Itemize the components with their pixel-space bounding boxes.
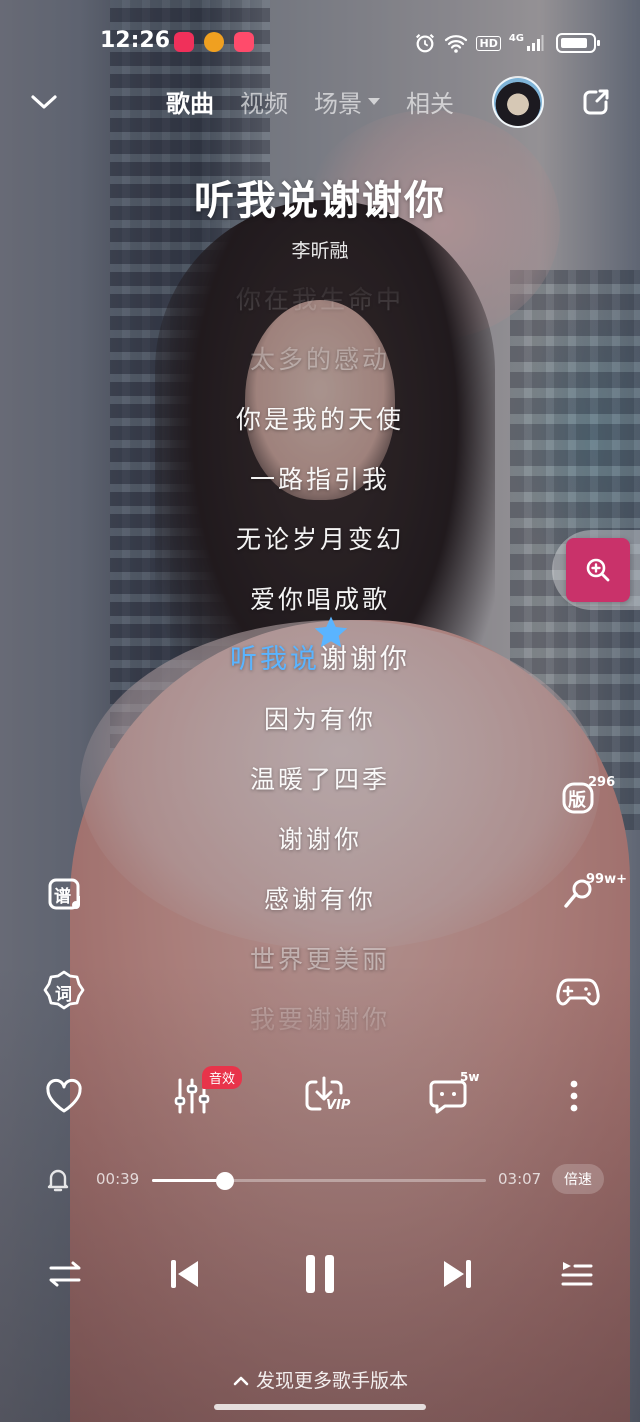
zoom-button[interactable] [566,538,630,602]
star-icon [314,616,348,648]
lyric-line[interactable]: 谢谢你 [120,810,520,870]
heart-icon [46,1078,82,1113]
gamepad-icon [556,978,600,1006]
ringtone-count: 99w+ [586,872,627,887]
chevron-up-icon [233,1376,249,1385]
player-header: 歌曲 视频 场景 相关 [0,76,640,132]
progress-thumb[interactable] [216,1172,235,1190]
score-button[interactable]: 谱 [40,870,88,918]
next-icon [444,1260,471,1288]
sleep-timer-button[interactable] [44,1166,76,1196]
collapse-button[interactable] [20,78,68,126]
download-vip-label: VIP [326,1098,351,1113]
lyric-line[interactable]: 一路指引我 [120,450,520,510]
lyric-line[interactable]: 世界更美丽 [120,930,520,990]
header-tabs: 歌曲 视频 场景 相关 [166,84,454,119]
lyric-line[interactable]: 因为有你 [120,690,520,750]
share-icon [583,89,609,115]
song-title: 听我说谢谢你 [194,178,446,224]
singer-avatar[interactable] [492,76,544,128]
lyrics-panel[interactable]: 你在我生命中 太多的感动 你是我的天使 一路指引我 无论岁月变幻 爱你唱成歌 听… [120,270,520,1070]
wifi-icon [445,35,468,53]
pause-icon [306,1255,334,1293]
more-button[interactable] [546,1068,602,1124]
artist-name[interactable]: 李昕融 [0,236,640,263]
chevron-down-icon [31,95,57,109]
next-button[interactable] [430,1244,486,1304]
progress-fill [152,1179,226,1182]
lyric-line[interactable]: 你在我生命中 [120,270,520,330]
status-time: 12:26 [100,28,171,53]
alarm-icon [416,33,435,53]
speed-button[interactable]: 倍速 [552,1164,604,1194]
hd-badge: HD [476,35,501,51]
playlist-icon [561,1262,593,1286]
more-versions-label: 发现更多歌手版本 [255,1370,408,1392]
progress-bar[interactable] [152,1172,486,1190]
score-label: 谱 [54,887,71,907]
bell-icon [47,1169,69,1192]
playlist-button[interactable] [552,1244,602,1304]
previous-button[interactable] [156,1244,212,1304]
comment-count: 5w [460,1070,480,1084]
tab-related[interactable]: 相关 [406,84,454,119]
tab-song[interactable]: 歌曲 [166,84,214,119]
lyric-line[interactable]: 温暖了四季 [120,750,520,810]
game-app-icon [204,32,224,52]
more-vertical-icon [570,1080,578,1112]
tab-video[interactable]: 视频 [240,84,288,119]
lyric-sung-part: 听我说 [230,644,320,675]
current-time: 00:39 [96,1170,140,1188]
sound-effect-badge: 音效 [202,1066,243,1089]
previous-icon [171,1260,198,1288]
signal-label: 4G [508,32,524,44]
versions-count: 296 [588,775,616,790]
social-app-icon [234,32,254,52]
tab-scene-label: 场景 [314,90,362,118]
caret-down-icon [368,98,380,105]
like-button[interactable] [36,1068,92,1124]
status-bar: 12:26 HD 4G [0,0,640,80]
download-button[interactable]: VIP [296,1068,352,1124]
tab-scene[interactable]: 场景 [314,84,380,119]
signal-icon [527,35,544,51]
lyric-line[interactable]: 感谢有你 [120,870,520,930]
battery-icon [556,33,600,53]
pause-button[interactable] [290,1244,350,1304]
play-mode-button[interactable] [40,1244,90,1304]
lyrics-tool-button[interactable]: 词 [40,966,88,1014]
lyric-line[interactable]: 太多的感动 [120,330,520,390]
progress-row: 00:39 03:07 倍速 [0,1160,640,1200]
versions-label: 版 [568,790,586,811]
lyrics-tool-label: 词 [55,985,72,1005]
magnifier-plus-icon [586,558,610,582]
share-button[interactable] [572,78,620,126]
video-app-icon [174,32,194,52]
lyric-line[interactable]: 你是我的天使 [120,390,520,450]
game-button[interactable] [554,968,602,1016]
lyric-line[interactable]: 无论岁月变幻 [120,510,520,570]
total-time: 03:07 [498,1170,542,1188]
repeat-order-icon [49,1261,81,1287]
lyric-line[interactable]: 我要谢谢你 [120,990,520,1050]
home-indicator[interactable] [214,1404,426,1410]
more-versions-link[interactable]: 发现更多歌手版本 [0,1366,640,1393]
